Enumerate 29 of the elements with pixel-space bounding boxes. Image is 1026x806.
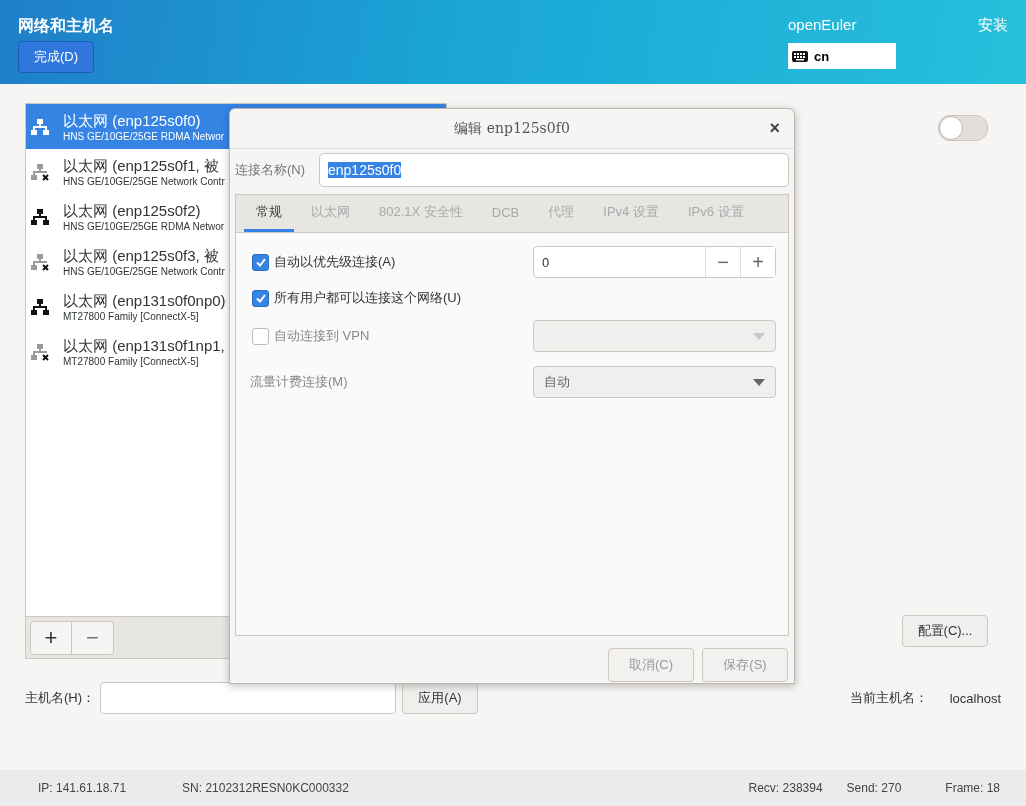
interface-name: 以太网 (enp125s0f3, 被 xyxy=(63,246,219,266)
current-hostname-label: 当前主机名： xyxy=(849,689,928,707)
dialog-title: 编辑 enp125s0f0 xyxy=(454,119,570,138)
interface-description: HNS GE/10GE/25GE Network Contr xyxy=(63,176,225,187)
current-hostname-value: localhost xyxy=(949,690,1001,706)
hostname-label: 主机名(H)： xyxy=(25,689,97,707)
interface-name: 以太网 (enp131s0f1np1, xyxy=(63,336,225,356)
checkbox-label: 自动连接到 VPN xyxy=(274,327,370,345)
product-name: openEuler xyxy=(788,16,857,35)
interface-description: HNS GE/10GE/25GE RDMA Networ xyxy=(63,131,225,142)
serial-number: SN: 2102312RESN0KC000332 xyxy=(182,781,349,795)
frame-count: Frame: 18 xyxy=(945,781,1000,795)
interface-description: MT27800 Family [ConnectX-5] xyxy=(63,311,199,322)
interface-description: HNS GE/10GE/25GE Network Contr xyxy=(63,266,225,277)
sent-count: Send: 270 xyxy=(846,781,902,795)
checkbox-label: 自动以优先级连接(A) xyxy=(274,253,396,271)
interface-name: 以太网 (enp125s0f1, 被 xyxy=(63,156,219,176)
checkbox-label: 所有用户都可以连接这个网络(U) xyxy=(274,289,462,307)
received-count: Recv: 238394 xyxy=(748,781,823,795)
interface-description: MT27800 Family [ConnectX-5] xyxy=(63,356,199,367)
interface-description: HNS GE/10GE/25GE RDMA Networ xyxy=(63,221,225,232)
interface-name: 以太网 (enp131s0f0np0) xyxy=(63,291,226,311)
interface-name: 以太网 (enp125s0f0) xyxy=(63,111,201,131)
install-label: 安装 xyxy=(978,16,1008,35)
metered-connection-label: 流量计费连接(M) xyxy=(250,373,348,391)
interface-name: 以太网 (enp125s0f2) xyxy=(63,201,201,221)
screen-title: 网络和主机名 xyxy=(18,16,114,36)
ip-address: IP: 141.61.18.71 xyxy=(38,781,127,795)
connection-name-label: 连接名称(N) xyxy=(235,161,307,179)
